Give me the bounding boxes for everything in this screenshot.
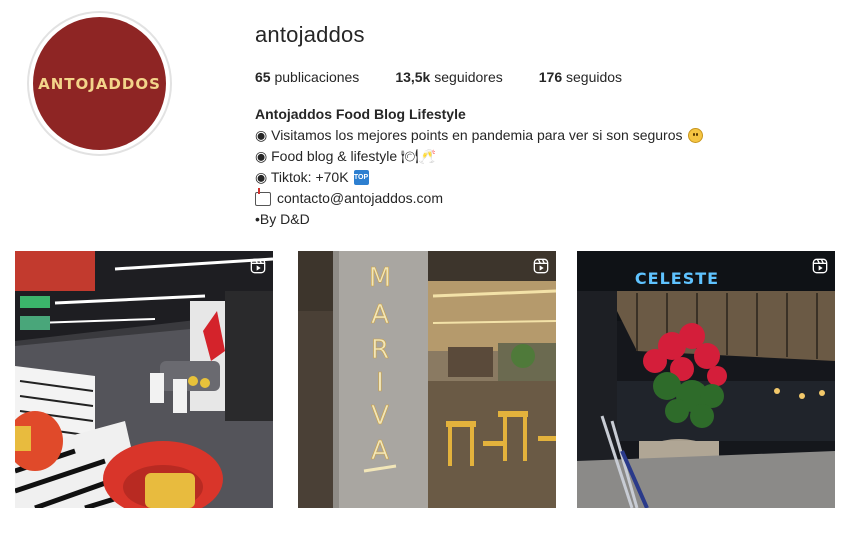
posts-stat: 65 publicaciones <box>255 69 359 85</box>
following-count: 176 <box>538 69 563 85</box>
svg-text:I: I <box>376 368 384 398</box>
svg-text:M: M <box>369 263 391 293</box>
profile-stats: 65 publicaciones 13,5k seguidores 176 se… <box>255 69 658 85</box>
following-label: seguidos <box>566 69 623 85</box>
reels-icon <box>812 258 828 274</box>
svg-text:A: A <box>371 436 389 466</box>
avatar-logo: ANTOJADDOS <box>33 17 166 150</box>
svg-text:CELESTE: CELESTE <box>635 269 719 288</box>
profile-username: antojaddos <box>255 22 365 47</box>
posts-count: 65 <box>255 69 271 85</box>
bio-signature: •By D&D <box>255 211 310 227</box>
bio-line-1: ◉ Visitamos los mejores points en pandem… <box>255 125 703 146</box>
post-2-image: M A R I V A <box>298 251 556 508</box>
post-thumbnail-2[interactable]: M A R I V A <box>298 251 556 508</box>
svg-text:R: R <box>371 335 389 365</box>
bio-email-line: contacto@antojaddos.com <box>255 187 703 209</box>
mailbox-icon <box>255 187 271 206</box>
bio-line-3-text: ◉ Tiktok: +70K <box>255 169 349 185</box>
posts-grid: M A R I V A CELESTE <box>15 251 835 508</box>
bio-name: Antojaddos Food Blog Lifestyle <box>255 106 466 122</box>
reels-icon <box>250 258 266 274</box>
top-emoji-icon: TOP <box>353 170 369 185</box>
bio-line-1-text: ◉ Visitamos los mejores points en pandem… <box>255 127 683 143</box>
smile-emoji-icon <box>687 128 703 143</box>
profile-bio: Antojaddos Food Blog Lifestyle ◉ Visitam… <box>255 104 703 230</box>
following-stat[interactable]: 176 seguidos <box>539 69 622 85</box>
reels-icon <box>533 258 549 274</box>
svg-text:A: A <box>371 300 389 330</box>
bio-line-2: ◉ Food blog & lifestyle 🍽🥂 <box>255 146 703 167</box>
bio-email: contacto@antojaddos.com <box>277 190 443 206</box>
post-thumbnail-3[interactable]: CELESTE <box>577 251 835 508</box>
post-thumbnail-1[interactable] <box>15 251 273 508</box>
bio-line-2-text: ◉ Food blog & lifestyle 🍽🥂 <box>255 148 437 164</box>
post-1-image <box>15 251 273 508</box>
followers-count: 13,5k <box>395 69 431 85</box>
followers-stat[interactable]: 13,5k seguidores <box>395 69 502 85</box>
post-3-image: CELESTE <box>577 251 835 508</box>
bio-line-3: ◉ Tiktok: +70K TOP <box>255 167 703 188</box>
avatar-logo-text: ANTOJADDOS <box>38 74 161 93</box>
svg-text:V: V <box>371 401 389 431</box>
posts-label: publicaciones <box>274 69 360 85</box>
profile-avatar[interactable]: ANTOJADDOS <box>27 11 172 156</box>
followers-label: seguidores <box>434 69 503 85</box>
